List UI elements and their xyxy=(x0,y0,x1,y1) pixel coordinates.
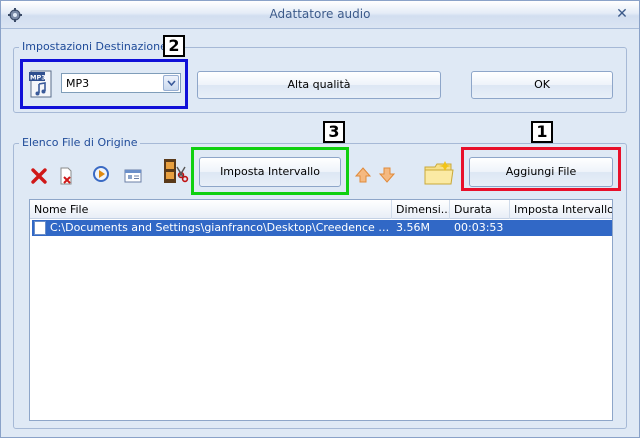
audio-adapter-window: Adattatore audio ✕ Impostazioni Destinaz… xyxy=(0,0,640,438)
remove-file-icon[interactable] xyxy=(56,166,76,186)
file-interval-cell xyxy=(514,220,610,236)
column-header-size[interactable]: Dimensi... xyxy=(392,200,450,219)
title-bar[interactable]: Adattatore audio ✕ xyxy=(1,1,639,29)
ok-button[interactable]: OK xyxy=(471,71,613,99)
source-group-label: Elenco File di Origine xyxy=(19,136,141,149)
annotation-label-2: 2 xyxy=(163,35,185,57)
delete-icon[interactable] xyxy=(29,166,49,186)
film-cut-icon[interactable] xyxy=(161,157,189,185)
column-header-duration[interactable]: Durata xyxy=(450,200,510,219)
file-duration-cell: 00:03:53 xyxy=(454,221,504,234)
file-list-header: Nome File Dimensi... Durata Imposta Inte… xyxy=(30,200,612,219)
file-size-cell: 3.56M xyxy=(396,221,430,234)
properties-icon[interactable] xyxy=(123,166,143,186)
file-name-cell: C:\Documents and Settings\gianfranco\Des… xyxy=(50,221,390,234)
move-up-icon[interactable] xyxy=(353,165,373,185)
annotation-label-1: 1 xyxy=(531,121,553,143)
close-button[interactable]: ✕ xyxy=(613,5,631,23)
destination-group-label: Impostazioni Destinazione xyxy=(19,40,170,53)
annotation-box-3 xyxy=(191,147,349,195)
source-file-list[interactable]: Nome File Dimensi... Durata Imposta Inte… xyxy=(29,199,613,421)
move-down-icon[interactable] xyxy=(377,165,397,185)
column-header-name[interactable]: Nome File xyxy=(30,200,392,219)
high-quality-button[interactable]: Alta qualità xyxy=(197,71,441,99)
table-row[interactable]: C:\Documents and Settings\gianfranco\Des… xyxy=(32,220,612,236)
column-header-interval[interactable]: Imposta Intervallo xyxy=(510,200,612,219)
window-title: Adattatore audio xyxy=(269,7,371,21)
open-folder-icon[interactable] xyxy=(423,159,455,187)
annotation-box-2 xyxy=(20,59,188,109)
annotation-box-1 xyxy=(461,147,621,191)
annotation-label-3: 3 xyxy=(323,121,345,143)
audio-file-icon xyxy=(34,221,46,235)
play-icon[interactable] xyxy=(91,164,111,184)
